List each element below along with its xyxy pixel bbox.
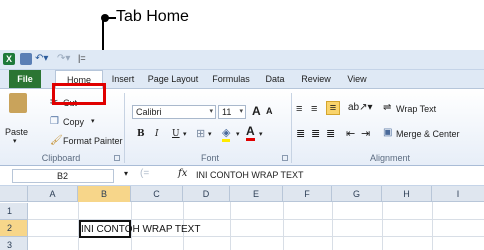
- format-painter-button[interactable]: Format Painter: [63, 136, 123, 146]
- column-header-g[interactable]: G: [332, 186, 382, 202]
- column-headers: A B C D E F G H I: [0, 186, 484, 202]
- underline-button[interactable]: U: [172, 129, 180, 139]
- alignment-group-label: Alignment: [369, 153, 411, 163]
- clipboard-launcher-icon[interactable]: [114, 155, 120, 161]
- grid-line: [382, 202, 383, 250]
- copy-button[interactable]: Copy: [63, 117, 84, 127]
- clipboard-group-label: Clipboard: [41, 153, 81, 163]
- group-separator: [124, 93, 125, 163]
- increase-indent-icon[interactable]: ⇥: [361, 127, 370, 140]
- row-header-2[interactable]: 2: [0, 220, 28, 237]
- annotation-line: [104, 17, 116, 19]
- copy-dropdown-icon[interactable]: ▾: [91, 117, 95, 125]
- font-size-value: 11: [222, 107, 232, 117]
- font-family-select[interactable]: Calibri ▾: [132, 105, 216, 119]
- formula-bar-separator: (=: [140, 168, 150, 179]
- align-left-icon[interactable]: ≣: [296, 127, 305, 140]
- group-separator: [291, 93, 292, 163]
- font-group-label: Font: [200, 153, 219, 163]
- borders-dropdown-icon[interactable]: ▾: [208, 130, 212, 138]
- tab-view[interactable]: View: [342, 70, 372, 88]
- align-bottom-icon[interactable]: ≡: [326, 101, 340, 115]
- tab-file[interactable]: File: [9, 70, 41, 88]
- align-right-icon[interactable]: ≣: [326, 127, 335, 140]
- chevron-down-icon: ▾: [239, 108, 243, 115]
- column-header-b[interactable]: B: [78, 186, 131, 202]
- tab-page-layout[interactable]: Page Layout: [144, 70, 202, 88]
- wrap-text-icon[interactable]: ⇌: [383, 102, 391, 113]
- wrap-text-button[interactable]: Wrap Text: [396, 104, 436, 114]
- align-top-icon[interactable]: ≡: [296, 103, 302, 115]
- insert-function-button[interactable]: fx: [178, 168, 187, 179]
- font-launcher-icon[interactable]: [282, 155, 288, 161]
- chevron-down-icon: ▾: [209, 108, 213, 115]
- shrink-font-button[interactable]: A: [266, 106, 273, 116]
- row-header-3[interactable]: 3: [0, 237, 28, 250]
- bold-button[interactable]: B: [137, 129, 145, 139]
- row-header-1[interactable]: 1: [0, 203, 28, 220]
- font-size-select[interactable]: 11 ▾: [218, 105, 246, 119]
- underline-dropdown-icon[interactable]: ▾: [183, 130, 187, 138]
- column-header-d[interactable]: D: [183, 186, 230, 202]
- paste-button[interactable]: Paste: [5, 127, 28, 137]
- decrease-indent-icon[interactable]: ⇤: [346, 127, 355, 140]
- font-color-dropdown-icon[interactable]: ▾: [259, 130, 263, 138]
- select-all-corner[interactable]: [0, 186, 28, 202]
- italic-button[interactable]: I: [155, 129, 159, 139]
- fill-color-icon[interactable]: ◈: [222, 126, 231, 142]
- grid-line: [332, 202, 333, 250]
- font-color-button[interactable]: A: [246, 125, 255, 141]
- tab-insert[interactable]: Insert: [107, 70, 139, 88]
- grid-line: [283, 202, 284, 250]
- column-header-e[interactable]: E: [230, 186, 283, 202]
- tab-data[interactable]: Data: [260, 70, 290, 88]
- copy-icon[interactable]: ❐: [50, 116, 59, 127]
- borders-icon[interactable]: ⊞: [196, 127, 205, 140]
- name-box[interactable]: B2: [12, 169, 114, 183]
- column-header-h[interactable]: H: [382, 186, 432, 202]
- format-painter-icon[interactable]: 🖌: [50, 135, 63, 146]
- orientation-icon[interactable]: ab↗▾: [348, 102, 373, 113]
- align-center-icon[interactable]: ≣: [311, 127, 320, 140]
- customize-toolbar-icon[interactable]: |=: [78, 53, 86, 63]
- column-header-i[interactable]: I: [432, 186, 484, 202]
- formula-input[interactable]: INI CONTOH WRAP TEXT: [196, 170, 304, 180]
- active-cell-cursor[interactable]: [79, 220, 131, 238]
- grow-font-button[interactable]: A: [252, 104, 261, 118]
- quick-access-toolbar: X ↶▾ ↷▾ |=: [0, 50, 484, 70]
- column-header-f[interactable]: F: [283, 186, 332, 202]
- paste-dropdown-icon[interactable]: ▾: [13, 137, 17, 145]
- column-header-c[interactable]: C: [131, 186, 183, 202]
- paste-icon[interactable]: [9, 93, 27, 113]
- formula-bar: B2 ▾ (= fx INI CONTOH WRAP TEXT: [0, 166, 484, 186]
- grid-line: [432, 202, 433, 250]
- redo-icon[interactable]: ↷▾: [57, 53, 70, 64]
- merge-center-icon[interactable]: ▣: [383, 127, 392, 138]
- name-box-value: B2: [57, 171, 69, 181]
- grid-line: [230, 202, 231, 250]
- save-icon[interactable]: [20, 53, 32, 65]
- tab-review[interactable]: Review: [296, 70, 336, 88]
- align-middle-icon[interactable]: ≡: [311, 103, 317, 115]
- fill-color-dropdown-icon[interactable]: ▾: [236, 130, 240, 138]
- tab-formulas[interactable]: Formulas: [208, 70, 254, 88]
- home-tab-highlight: [52, 83, 106, 105]
- name-box-dropdown-icon[interactable]: ▾: [124, 169, 128, 178]
- excel-logo-icon: X: [3, 53, 15, 65]
- undo-icon[interactable]: ↶▾: [35, 53, 48, 64]
- merge-center-button[interactable]: Merge & Center: [396, 129, 460, 139]
- column-header-a[interactable]: A: [28, 186, 78, 202]
- annotation-label: Tab Home: [116, 8, 189, 25]
- font-family-value: Calibri: [136, 107, 162, 117]
